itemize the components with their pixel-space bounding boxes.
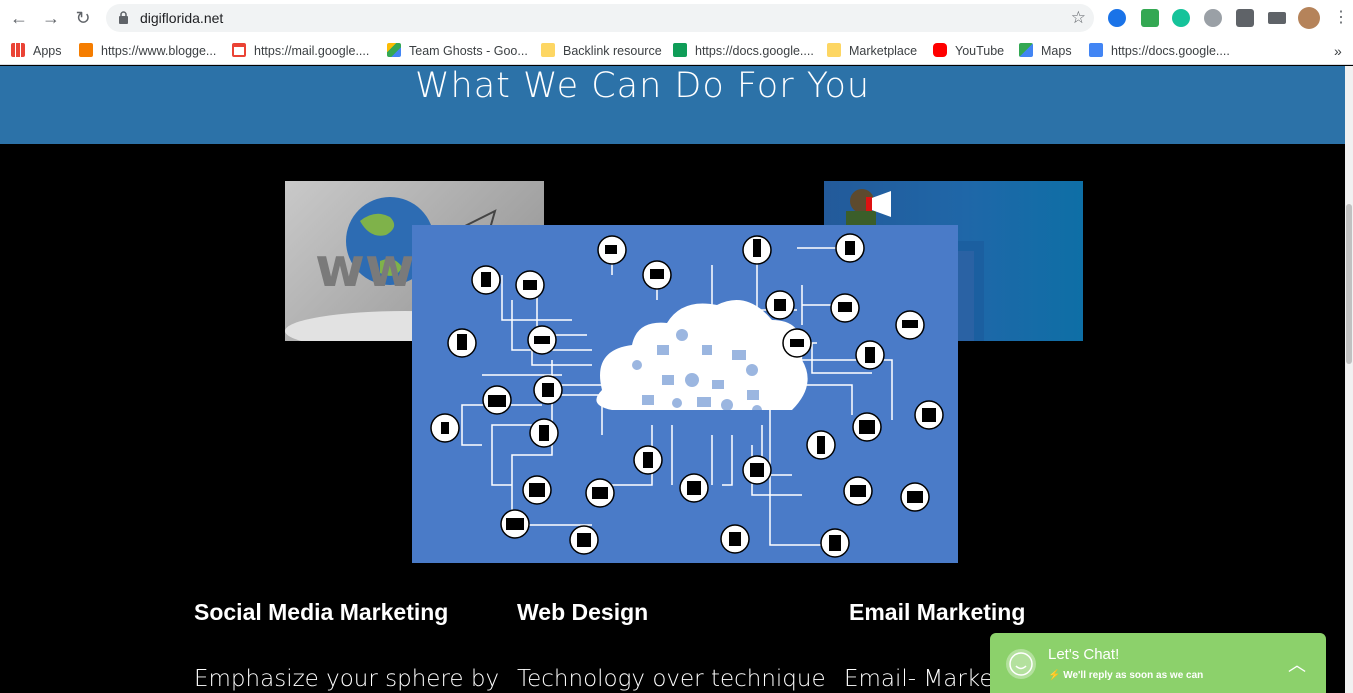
chat-widget[interactable]: Let's Chat! ⚡ We'll reply as soon as we …: [990, 633, 1326, 693]
browser-toolbar: ← → ↻ digiflorida.net ☆ ⋮: [0, 0, 1353, 36]
bookmark-star-icon[interactable]: ☆: [1071, 8, 1086, 28]
iot-cloud-illustration: [412, 225, 958, 563]
reload-icon[interactable]: ↻: [72, 7, 94, 29]
bookmark-docs-sheets[interactable]: https://docs.google....: [673, 42, 814, 60]
sheets-icon: [673, 43, 687, 57]
more-bookmarks-button[interactable]: »: [1334, 42, 1342, 60]
service-desc-web-design: Technology over technique: [517, 666, 826, 692]
link-extension-icon[interactable]: [1108, 9, 1126, 27]
bookmark-youtube[interactable]: YouTube: [933, 42, 1004, 60]
service-desc-social-media: Emphasize your sphere by: [194, 666, 500, 692]
page-content: What We Can Do For You www Social Media …: [0, 66, 1345, 693]
section-title: What We Can Do For You: [414, 66, 871, 106]
cloud-extension-icon[interactable]: [1204, 9, 1222, 27]
chevron-up-icon[interactable]: ︿: [1288, 651, 1306, 677]
maps-icon: [1019, 43, 1033, 57]
plus-extension-icon[interactable]: [1141, 9, 1159, 27]
browser-menu-icon[interactable]: ⋮: [1330, 7, 1352, 29]
docs-icon: [1089, 43, 1103, 57]
smiley-icon: [1006, 649, 1036, 679]
bookmark-docs[interactable]: https://docs.google....: [1089, 42, 1230, 60]
profile-avatar[interactable]: [1298, 7, 1320, 29]
lock-icon: [119, 11, 128, 24]
drive-icon: [387, 43, 401, 57]
url-text: digiflorida.net: [140, 10, 224, 26]
gmail-icon: [232, 43, 246, 57]
scrollbar-thumb[interactable]: [1346, 204, 1352, 364]
chat-subtitle: ⚡ We'll reply as soon as we can: [1048, 670, 1204, 681]
blogger-icon: [79, 43, 93, 57]
folder-icon: [541, 43, 555, 57]
bookmark-team-ghosts[interactable]: Team Ghosts - Goo...: [387, 42, 528, 60]
extensions-puzzle-icon[interactable]: [1236, 9, 1254, 27]
hero-banner: What We Can Do For You: [0, 66, 1345, 144]
service-title-social-media: Social Media Marketing: [194, 599, 449, 625]
bookmark-marketplace[interactable]: Marketplace: [827, 42, 917, 60]
service-title-email-marketing: Email Marketing: [849, 599, 1026, 625]
forward-icon[interactable]: →: [40, 7, 62, 29]
bookmarks-bar: Apps https://www.blogge... https://mail.…: [0, 36, 1353, 65]
reading-list-icon[interactable]: [1268, 12, 1286, 24]
back-icon[interactable]: ←: [8, 7, 30, 29]
bookmark-maps[interactable]: Maps: [1019, 42, 1072, 60]
chat-title: Let's Chat!: [1048, 646, 1120, 663]
apps-grid-icon: [11, 43, 25, 57]
service-title-web-design: Web Design: [517, 599, 649, 625]
folder-icon: [827, 43, 841, 57]
bookmark-blogger[interactable]: https://www.blogge...: [79, 42, 216, 60]
address-bar[interactable]: digiflorida.net ☆: [106, 4, 1094, 32]
page-scrollbar[interactable]: [1345, 66, 1353, 693]
bookmark-gmail[interactable]: https://mail.google....: [232, 42, 369, 60]
bookmark-apps[interactable]: Apps: [11, 42, 62, 60]
youtube-icon: [933, 43, 947, 57]
bookmark-backlink-resource[interactable]: Backlink resource: [541, 42, 662, 60]
grammarly-icon[interactable]: [1172, 9, 1190, 27]
